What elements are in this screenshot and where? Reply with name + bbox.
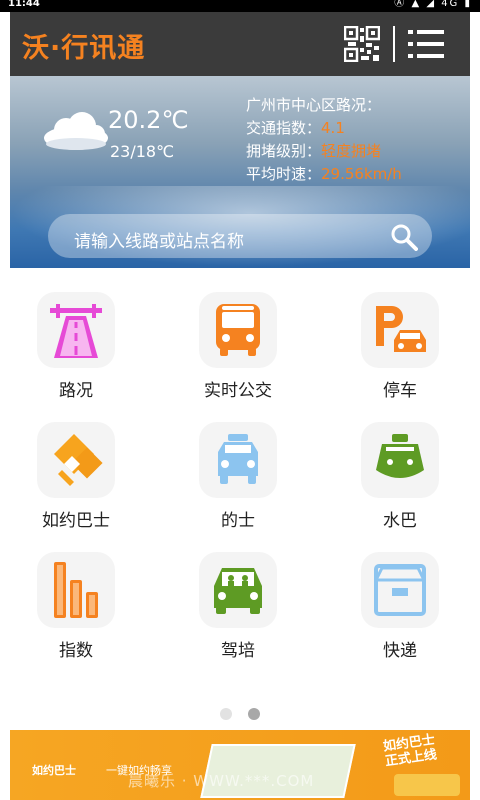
tile-parking — [361, 292, 439, 368]
banner-badge: 如约巴士 正式上线 — [382, 733, 438, 770]
bar-chart-icon — [54, 562, 98, 618]
status-icons: Ⓐ ▲ ◢ 4G ▮ — [394, 0, 472, 9]
traffic-index-label: 交通指数： — [246, 119, 322, 137]
traffic-index-value: 4.1 — [321, 119, 345, 137]
temperature-range: 23/18℃ — [110, 142, 175, 161]
grid-item-driving-school[interactable]: 驾培 — [178, 552, 298, 672]
grid-label-parking: 停车 — [383, 381, 417, 401]
grid-item-ruyue-bus[interactable]: 如约巴士 — [16, 422, 136, 542]
traffic-level-row: 拥堵级别：轻度拥堵 — [246, 140, 402, 163]
traffic-speed-value: 29.56km/h — [321, 165, 402, 183]
parking-icon — [376, 306, 426, 352]
search-placeholder: 请输入线路或站点名称 — [74, 232, 244, 252]
search-icon[interactable] — [390, 223, 418, 251]
app-title: 沃·行讯通 — [22, 33, 146, 64]
driving-car-icon — [214, 568, 262, 614]
banner-bus-illustration — [394, 774, 460, 796]
grid-item-express[interactable]: 快递 — [340, 552, 460, 672]
watermark-text: 晨曦乐 · WWW.***.COM — [128, 772, 315, 790]
grid-item-realtime-bus[interactable]: 实时公交 — [178, 292, 298, 412]
tile-taxi — [199, 422, 277, 498]
tile-index — [37, 552, 115, 628]
grid-label-ferry: 水巴 — [383, 511, 417, 531]
grid-label-ruyue: 如约巴士 — [42, 511, 110, 531]
grid-label-taxi: 的士 — [221, 511, 255, 531]
qr-code-icon[interactable] — [344, 26, 380, 62]
temperature: 20.2℃ — [108, 106, 189, 134]
traffic-speed-row: 平均时速：29.56km/h — [246, 163, 402, 186]
traffic-info: 广州市中心区路况： 交通指数：4.1 拥堵级别：轻度拥堵 平均时速：29.56k… — [246, 94, 402, 186]
ferry-icon — [376, 434, 424, 478]
traffic-level-value: 轻度拥堵 — [321, 142, 382, 160]
promo-banner[interactable]: 如约巴士 一键如约畅享 如约巴士 正式上线 晨曦乐 · WWW.***.COM — [10, 730, 470, 800]
grid-item-water-bus[interactable]: 水巴 — [340, 422, 460, 542]
road-icon — [50, 304, 102, 358]
traffic-speed-label: 平均时速： — [246, 165, 322, 183]
weather-traffic-panel: 20.2℃ 23/18℃ 广州市中心区路况： 交通指数：4.1 拥堵级别：轻度拥… — [10, 76, 470, 268]
header-divider — [393, 26, 395, 62]
status-bar: 11:44 Ⓐ ▲ ◢ 4G ▮ — [0, 0, 480, 12]
grid-label-driving: 驾培 — [221, 641, 255, 661]
tile-driving — [199, 552, 277, 628]
ruyue-diamond-icon — [54, 434, 103, 486]
tile-road — [37, 292, 115, 368]
grid-item-taxi[interactable]: 的士 — [178, 422, 298, 542]
menu-list-icon[interactable] — [408, 28, 444, 60]
banner-brand: 如约巴士 — [32, 764, 76, 777]
page-indicator-dot-2[interactable] — [248, 708, 260, 720]
grid-label-express: 快递 — [383, 641, 417, 661]
grid-label-road: 路况 — [59, 381, 93, 401]
grid-label-bus: 实时公交 — [204, 381, 272, 401]
traffic-title: 广州市中心区路况： — [246, 96, 382, 114]
search-input[interactable]: 请输入线路或站点名称 — [48, 214, 432, 258]
taxi-icon — [218, 434, 258, 484]
bus-icon — [216, 304, 260, 356]
grid-item-road-conditions[interactable]: 路况 — [16, 292, 136, 412]
tile-ferry — [361, 422, 439, 498]
tile-ruyue — [37, 422, 115, 498]
grid-label-index: 指数 — [59, 641, 93, 661]
traffic-index-row: 交通指数：4.1 — [246, 117, 402, 140]
package-box-icon — [374, 564, 426, 616]
page-indicator-dot-1[interactable] — [220, 708, 232, 720]
tile-bus — [199, 292, 277, 368]
tile-express — [361, 552, 439, 628]
status-time: 11:44 — [8, 0, 40, 9]
traffic-level-label: 拥堵级别： — [246, 142, 322, 160]
grid-item-index[interactable]: 指数 — [16, 552, 136, 672]
app-header: 沃·行讯通 — [10, 12, 470, 76]
grid-item-parking[interactable]: 停车 — [340, 292, 460, 412]
cloud-icon — [44, 112, 108, 150]
